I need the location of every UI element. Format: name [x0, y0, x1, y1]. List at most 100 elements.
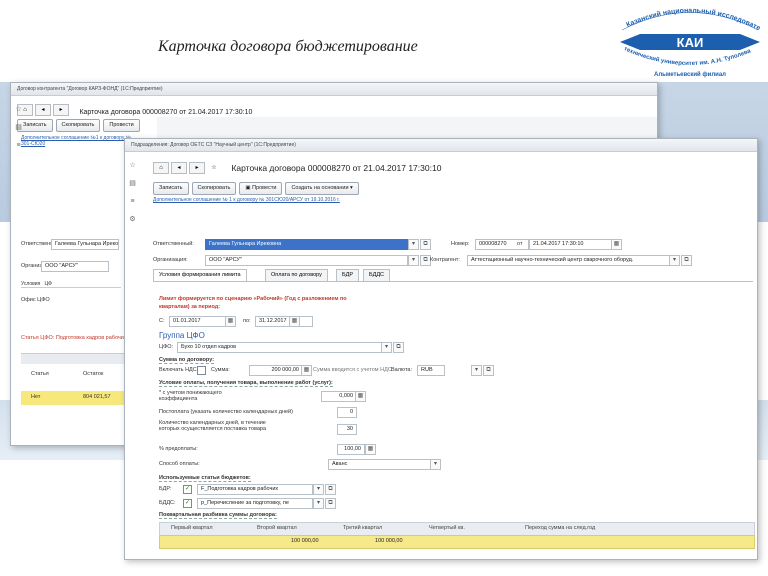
back-responsible-field[interactable]: Галеева Гульнара Ирековна [51, 239, 119, 250]
back-toolbar: Записать Скопировать Провести [17, 117, 143, 135]
postpay-field[interactable]: 0 [337, 407, 357, 418]
sidebar-settings-icon[interactable]: ⚙ [128, 215, 137, 224]
currency-field[interactable]: RUB [417, 365, 445, 376]
currency-dropdown-icon[interactable]: ▾ [471, 365, 482, 376]
sum-calculator-icon[interactable]: ▦ [301, 365, 312, 376]
back-icon[interactable]: ◂ [171, 161, 187, 174]
sum-vat-note: Сумма вводится с учетом НДС [313, 367, 392, 373]
back-sidebar-doc-icon[interactable]: ▤ [14, 123, 23, 132]
responsible-open-icon[interactable]: ⧉ [420, 239, 431, 250]
advance-coef-calculator-icon[interactable]: ▦ [355, 391, 366, 402]
back-forward-icon[interactable]: ▸ [53, 103, 69, 116]
period-to-calendar-icon[interactable]: ▦ [289, 316, 300, 327]
bdds-dropdown-icon[interactable]: ▾ [313, 498, 324, 509]
counterparty-dropdown-icon[interactable]: ▾ [669, 255, 680, 266]
period-from-field[interactable]: 01.01.2017 [169, 316, 227, 327]
cfo-label: ЦФО: [159, 344, 174, 350]
back-row0-col-a: Статья [31, 371, 49, 377]
currency-open-icon[interactable]: ⧉ [483, 365, 494, 376]
page-title: Карточка договора 000008270 от 21.04.201… [231, 162, 442, 173]
quarter-header-q4: Четвертый кв. [429, 525, 465, 531]
quarter-row-q3: 100 000,00 [375, 538, 403, 544]
quarter-header-q2: Второй квартал [257, 525, 297, 531]
counterparty-open-icon[interactable]: ⧉ [681, 255, 692, 266]
star-icon[interactable]: ☆ [207, 163, 221, 173]
sidebar-star-icon[interactable]: ☆ [128, 161, 137, 170]
responsible-field[interactable]: Галеева Гульнара Ирековна [205, 239, 408, 250]
back-org-field[interactable]: ООО "АРСУ" [41, 261, 109, 272]
back-sidebar-star-icon[interactable]: ☆ [14, 105, 23, 114]
bdds-field[interactable]: р_Перечисление за подготовку, пе [197, 498, 313, 509]
back-post-button[interactable]: Провести [103, 119, 140, 133]
back-copy-button[interactable]: Скопировать [55, 119, 101, 133]
prepay-label: % предоплаты: [159, 446, 198, 452]
days-label: Количество календарных дней, в течение к… [159, 420, 267, 432]
responsible-dropdown-icon[interactable]: ▾ [408, 239, 419, 250]
quarter-table-row[interactable] [159, 535, 755, 549]
tab-bdds[interactable]: БДДС [363, 269, 391, 281]
back-back-icon[interactable]: ◂ [35, 103, 51, 116]
org-field[interactable]: ООО "АРСУ" [205, 255, 408, 266]
back-row1-col-a: Нет [31, 394, 41, 400]
prepay-calculator-icon[interactable]: ▦ [365, 444, 376, 455]
vat-label: Включать НДС [159, 367, 197, 373]
front-window-titlebar: Подразделения: Договор ОЕТС СЗ "Научный … [125, 139, 757, 152]
vat-checkbox[interactable] [197, 366, 206, 375]
pay-method-dropdown-icon[interactable]: ▾ [430, 459, 441, 470]
advance-coef-label: * с учетом понижающего коэффициента [159, 390, 222, 402]
advance-coef-field[interactable]: 0,000 [321, 391, 357, 402]
cfo-field[interactable]: Бухо 10 отдел кадров [177, 342, 383, 353]
sum-field[interactable]: 200 000,00 [249, 365, 303, 376]
period-to-field[interactable]: 31.12.2017 [255, 316, 313, 327]
tab-payment[interactable]: Оплата по договору [265, 269, 328, 281]
sidebar-list-icon[interactable]: ≡ [128, 197, 137, 206]
copy-button[interactable]: Скопировать [191, 182, 237, 196]
slide-title: Карточка договора бюджетирование [158, 38, 418, 55]
supplement-link[interactable]: Дополнительное соглашение № 1 к договору… [153, 197, 383, 203]
back-table-header [21, 353, 125, 364]
bdds-checkbox[interactable]: ✓ [183, 499, 192, 508]
counterparty-field[interactable]: Аттестационный научно-технический центр … [467, 255, 671, 266]
bdds-open-icon[interactable]: ⧉ [325, 498, 336, 509]
date-label: от [517, 241, 523, 247]
period-from-calendar-icon[interactable]: ▦ [225, 316, 236, 327]
org-dropdown-icon[interactable]: ▾ [408, 255, 419, 266]
cfo-open-icon[interactable]: ⧉ [393, 342, 404, 353]
back-tabs[interactable]: Условия ЦФ [21, 281, 121, 288]
back-window-titlebar: Договор контрагента "Договор КАРЗ-ФОНД" … [11, 83, 657, 96]
quarter-header-carryover: Переход сумма на след.год [525, 525, 596, 531]
pay-method-field[interactable]: Аванс [328, 459, 432, 470]
tab-bdr[interactable]: БДР [336, 269, 360, 281]
back-tab-cf[interactable]: ЦФ [44, 281, 52, 287]
back-supplement-link[interactable]: Дополнительное соглашение №1 к договору … [21, 135, 141, 147]
back-tab-conditions[interactable]: Условия [21, 281, 40, 287]
postpay-label: Постоплата (указать количество календарн… [159, 409, 293, 415]
counterparty-label: Контрагент: [430, 257, 460, 263]
number-label: Номер: [451, 241, 470, 247]
org-label: Организация: [153, 257, 188, 263]
post-button[interactable]: ▣ Провести [239, 182, 283, 196]
save-button[interactable]: Записать [153, 182, 189, 196]
tab-limit-conditions[interactable]: Условия формирования лимита [153, 269, 247, 281]
days-field[interactable]: 30 [337, 424, 357, 435]
home-icon[interactable]: ⌂ [153, 161, 169, 174]
bdr-dropdown-icon[interactable]: ▾ [313, 484, 324, 495]
sidebar-doc-icon[interactable]: ▤ [128, 179, 137, 188]
payment-section-title: Условие оплаты, получения товара, выполн… [159, 380, 333, 387]
quarter-section-title: Поквартальная разбивка суммы договора: [159, 512, 277, 519]
prepay-field[interactable]: 100,00 [337, 444, 365, 455]
bdr-open-icon[interactable]: ⧉ [325, 484, 336, 495]
forward-icon[interactable]: ▸ [189, 161, 205, 174]
calendar-icon[interactable]: ▦ [611, 239, 622, 250]
bdr-field[interactable]: F_Подготовка кадров рабочих [197, 484, 313, 495]
date-field[interactable]: 21.04.2017 17:30:10 [529, 239, 613, 250]
cfo-dropdown-icon[interactable]: ▾ [381, 342, 392, 353]
group-cfo-title: Группа ЦФО [159, 331, 205, 340]
create-based-on-button[interactable]: Создать на основании ▾ [285, 182, 359, 196]
back-sidebar-list-icon[interactable]: ≡ [14, 141, 23, 150]
quarter-header-q3: Третий квартал [343, 525, 383, 531]
bdr-checkbox[interactable]: ✓ [183, 485, 192, 494]
period-from-label: С: [159, 318, 165, 324]
period-to-label: по: [243, 318, 251, 324]
back-note: Статья ЦФО: Подготовка кадров рабочих [21, 335, 127, 341]
